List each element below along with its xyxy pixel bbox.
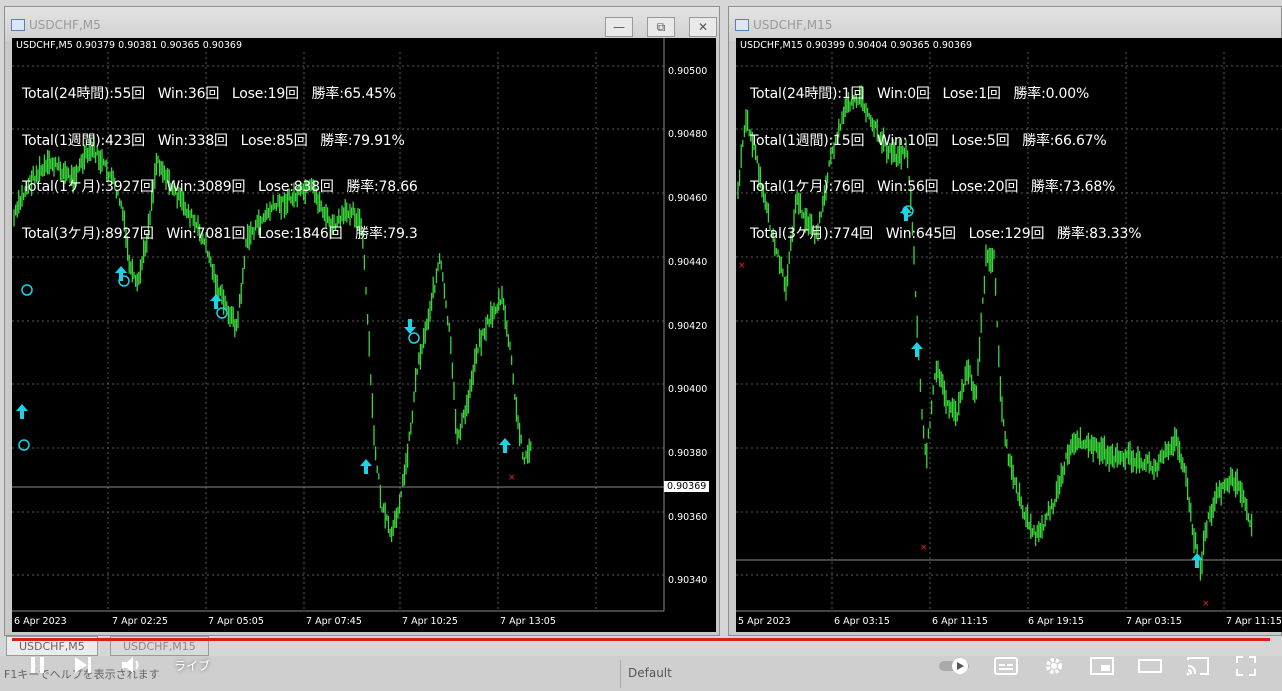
- chart-window-icon: [11, 19, 25, 31]
- close-button[interactable]: ✕: [689, 17, 717, 37]
- price-label: 0.90340: [668, 575, 708, 586]
- minimize-button[interactable]: —: [605, 17, 633, 37]
- price-chart-left[interactable]: × USDCHF,M5 0.90379 0.90381 0.90365 0.90…: [12, 38, 716, 632]
- stats-line-3m: Total(3ケ月):8927回 Win:7081回 Lose:1846回 勝率…: [22, 225, 418, 242]
- video-progress-bar[interactable]: [12, 638, 1270, 641]
- time-label: 7 Apr 05:05: [208, 616, 264, 627]
- buy-signal-arrow: [360, 459, 372, 474]
- loss-marker: ×: [508, 473, 516, 483]
- symbol-ohlc-line: USDCHF,M5 0.90379 0.90381 0.90365 0.9036…: [16, 40, 243, 51]
- price-label: 0.90400: [668, 384, 708, 395]
- window-titlebar[interactable]: USDCHF,M5 — ⧉ ✕: [5, 7, 719, 41]
- stats-line-1m: Total(1ケ月):76回 Win:56回 Lose:20回 勝率:73.68…: [750, 179, 1116, 195]
- cast-icon[interactable]: [1186, 656, 1210, 681]
- profile-label: Default: [628, 666, 672, 680]
- window-title: USDCHF,M5: [29, 18, 101, 32]
- current-price-label: 0.90369: [664, 481, 710, 492]
- loss-marker: ×: [1202, 599, 1210, 609]
- buy-signal-arrow: [210, 294, 222, 309]
- fullscreen-icon[interactable]: [1236, 656, 1256, 681]
- time-label: 5 Apr 2023: [738, 616, 791, 627]
- time-label: 6 Apr 11:15: [932, 616, 988, 627]
- window-title: USDCHF,M15: [753, 18, 833, 32]
- price-label: 0.90380: [668, 448, 708, 459]
- stats-line-3m: Total(3ケ月):774回 Win:645回 Lose:129回 勝率:83…: [750, 225, 1142, 242]
- price-label: 0.90360: [668, 512, 708, 523]
- buy-signal-arrow: [911, 342, 923, 357]
- stats-panel: Total(24時間):1回 Win:0回 Lose:1回 勝率:0.00% T…: [750, 56, 1142, 273]
- price-label: 0.90440: [668, 257, 708, 268]
- time-label: 7 Apr 11:15: [1226, 616, 1282, 627]
- status-divider: [620, 660, 621, 688]
- gear-icon[interactable]: [1044, 656, 1064, 681]
- price-label: 0.90420: [668, 321, 708, 332]
- price-label: 0.90460: [668, 193, 708, 204]
- signal-marker: [216, 307, 228, 319]
- time-label: 6 Apr 03:15: [834, 616, 890, 627]
- time-label: 7 Apr 10:25: [402, 616, 458, 627]
- time-label: 7 Apr 02:25: [112, 616, 168, 627]
- miniplayer-icon[interactable]: [1090, 657, 1114, 680]
- pause-icon[interactable]: [28, 655, 48, 680]
- chart-window-icon: [735, 19, 749, 31]
- price-chart-right[interactable]: × × × USDCHF,M15 0.90399 0.90404 0.90365 0…: [736, 38, 1282, 632]
- sell-signal-arrow: [404, 319, 416, 334]
- live-label: ライブ: [174, 659, 211, 673]
- stats-line-1m: Total(1ケ月):3927回 Win:3089回 Lose:838回 勝率:…: [22, 179, 418, 195]
- price-label: 0.90500: [668, 66, 708, 77]
- signal-marker: [408, 332, 420, 344]
- loss-marker: ×: [920, 543, 928, 553]
- stats-line-24h: Total(24時間):1回 Win:0回 Lose:1回 勝率:0.00%: [750, 86, 1090, 102]
- subtitles-icon[interactable]: [994, 657, 1018, 680]
- time-label: 7 Apr 13:05: [500, 616, 556, 627]
- buy-signal-arrow: [499, 438, 511, 453]
- stats-panel: Total(24時間):55回 Win:36回 Lose:19回 勝率:65.4…: [22, 56, 418, 273]
- price-label: 0.90480: [668, 129, 708, 140]
- loss-marker: ×: [738, 261, 746, 271]
- time-label: 6 Apr 19:15: [1028, 616, 1084, 627]
- stats-line-1w: Total(1週間):15回 Win:10回 Lose:5回 勝率:66.67%: [750, 132, 1107, 149]
- autoplay-toggle-icon[interactable]: [938, 656, 972, 681]
- window-titlebar[interactable]: USDCHF,M15: [729, 7, 1281, 41]
- restore-button[interactable]: ⧉: [647, 17, 675, 37]
- symbol-ohlc-line: USDCHF,M15 0.90399 0.90404 0.90365 0.903…: [740, 40, 973, 51]
- theater-icon[interactable]: [1138, 657, 1162, 680]
- next-icon[interactable]: [72, 655, 94, 680]
- signal-marker: [21, 284, 33, 296]
- time-label: 6 Apr 2023: [14, 616, 67, 627]
- time-label: 7 Apr 07:45: [306, 616, 362, 627]
- buy-signal-arrow: [16, 404, 28, 419]
- stats-line-1w: Total(1週間):423回 Win:338回 Lose:85回 勝率:79.…: [22, 132, 405, 149]
- stats-line-24h: Total(24時間):55回 Win:36回 Lose:19回 勝率:65.4…: [22, 86, 396, 102]
- time-label: 7 Apr 03:15: [1126, 616, 1182, 627]
- volume-icon[interactable]: [120, 655, 144, 680]
